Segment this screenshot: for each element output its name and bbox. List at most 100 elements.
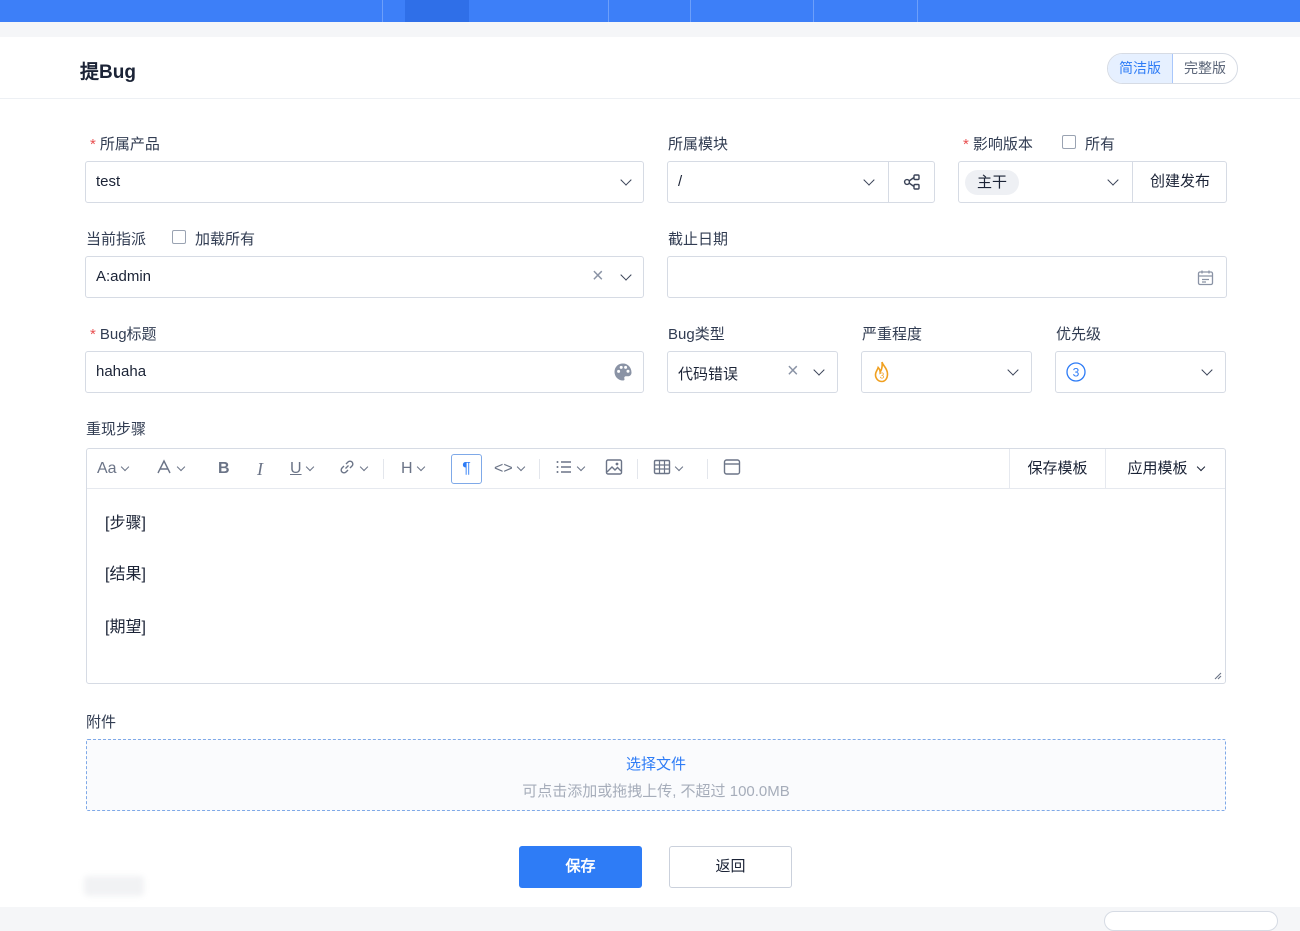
chevron-down-icon: [359, 462, 369, 472]
required-mark: *: [90, 326, 96, 343]
deadline-label: 截止日期: [668, 231, 729, 248]
assign-value: A:admin: [96, 268, 152, 285]
underline-icon[interactable]: U: [290, 458, 314, 480]
bug-title-input[interactable]: hahaha: [85, 351, 644, 393]
version-select[interactable]: 主干 创建发布: [958, 161, 1227, 203]
nav-divider: [690, 0, 691, 22]
version-all-checkbox[interactable]: [1062, 135, 1076, 149]
severity-select[interactable]: 3: [861, 351, 1032, 393]
bug-type-label: Bug类型: [668, 326, 725, 343]
clear-icon[interactable]: ×: [592, 266, 604, 286]
editor-toolbar: Aa B I U H ¶ <> 保存模板 应用模板: [87, 449, 1225, 489]
bold-icon[interactable]: B: [218, 458, 230, 480]
table-icon[interactable]: [653, 458, 684, 480]
chevron-down-icon: [305, 462, 314, 472]
bug-title-label: * Bug标题: [90, 323, 157, 344]
editor-line: [步骤]: [105, 515, 146, 532]
bug-title-value: hahaha: [96, 363, 147, 380]
module-label: 所属模块: [668, 136, 729, 153]
version-all-label: 所有: [1085, 136, 1116, 153]
chevron-down-icon: [1201, 364, 1213, 376]
editor-line: [期望]: [105, 619, 146, 636]
product-select[interactable]: test: [85, 161, 644, 203]
resize-handle-icon[interactable]: [1212, 670, 1222, 680]
version-tag: 主干: [965, 170, 1020, 195]
palette-icon[interactable]: [613, 362, 633, 382]
chevron-down-icon: [620, 174, 632, 186]
save-button[interactable]: 保存: [519, 846, 642, 888]
file-upload-area[interactable]: 选择文件 可点击添加或拖拽上传, 不超过 100.0MB: [86, 739, 1226, 811]
editor-line: [结果]: [105, 566, 146, 583]
chevron-down-icon: [863, 174, 875, 186]
chevron-down-icon: [416, 462, 425, 472]
calendar-icon: [1197, 270, 1214, 286]
chevron-down-icon: [516, 462, 525, 472]
severity-number: 3: [880, 372, 885, 381]
back-button[interactable]: 返回: [669, 846, 792, 888]
chevron-down-icon: [813, 364, 825, 376]
code-icon[interactable]: <>: [494, 458, 525, 480]
product-label-text: 所属产品: [99, 136, 160, 153]
mode-simple-button[interactable]: 简洁版: [1108, 54, 1173, 83]
module-manage-button[interactable]: [888, 162, 935, 202]
bug-type-value: 代码错误: [678, 366, 739, 383]
steps-editor[interactable]: Aa B I U H ¶ <> 保存模板 应用模板 [步骤] [结果] [期望]: [86, 448, 1226, 684]
layout-icon[interactable]: [723, 458, 741, 480]
attachment-label: 附件: [86, 714, 117, 731]
chevron-down-icon: [1107, 174, 1119, 186]
chevron-down-icon: [576, 462, 586, 472]
chevron-down-icon: [674, 462, 684, 472]
color-icon[interactable]: [155, 458, 186, 480]
link-icon[interactable]: [338, 458, 369, 480]
mode-switch: 简洁版 完整版: [1107, 53, 1238, 84]
module-value: /: [678, 173, 683, 190]
module-select[interactable]: /: [667, 161, 935, 203]
version-label-text: 影响版本: [972, 136, 1033, 153]
assign-select[interactable]: A:admin ×: [85, 256, 644, 298]
top-navigation-bar: [0, 0, 1300, 22]
steps-label: 重现步骤: [86, 421, 147, 438]
footer-placeholder: [84, 876, 144, 896]
deadline-input[interactable]: [667, 256, 1227, 298]
required-mark: *: [90, 136, 96, 153]
required-mark: *: [963, 136, 969, 153]
assign-label: 当前指派: [86, 231, 147, 248]
heading-icon[interactable]: H: [401, 458, 425, 480]
version-label: * 影响版本: [963, 133, 1033, 154]
mode-full-button[interactable]: 完整版: [1173, 54, 1237, 83]
bug-type-select[interactable]: 代码错误 ×: [667, 351, 838, 393]
toolbar-divider: [539, 459, 540, 479]
clear-icon[interactable]: ×: [787, 361, 799, 381]
upload-hint: 可点击添加或拖拽上传, 不超过 100.0MB: [522, 783, 790, 800]
chevron-down-icon: [620, 269, 632, 281]
nav-divider: [382, 0, 383, 22]
create-release-button[interactable]: 创建发布: [1132, 162, 1227, 202]
save-template-button[interactable]: 保存模板: [1009, 449, 1105, 489]
product-value: test: [96, 173, 121, 190]
nav-divider: [813, 0, 814, 22]
apply-template-label: 应用模板: [1127, 460, 1188, 477]
chevron-down-icon: [120, 462, 129, 472]
nav-item-active[interactable]: [405, 0, 469, 22]
form-header: 提Bug 简洁版 完整版: [0, 37, 1300, 99]
priority-select[interactable]: 3: [1055, 351, 1226, 393]
fire-icon: 3: [874, 361, 889, 383]
circled-number-icon: 3: [1066, 362, 1086, 382]
toolbar-divider: [707, 459, 708, 479]
image-icon[interactable]: [605, 458, 623, 480]
priority-label: 优先级: [1056, 326, 1102, 343]
bug-title-label-text: Bug标题: [99, 326, 157, 343]
pick-file-link[interactable]: 选择文件: [87, 753, 1225, 774]
nav-divider: [608, 0, 609, 22]
toolbar-divider: [383, 459, 384, 479]
list-icon[interactable]: [555, 458, 586, 480]
bottom-widget[interactable]: [1104, 911, 1278, 931]
font-icon[interactable]: Aa: [97, 458, 129, 480]
chevron-down-icon: [1007, 364, 1019, 376]
paragraph-icon[interactable]: ¶: [451, 454, 482, 484]
apply-template-button[interactable]: 应用模板: [1105, 449, 1225, 489]
load-all-label: 加载所有: [195, 231, 256, 248]
load-all-checkbox[interactable]: [172, 230, 186, 244]
toolbar-divider: [637, 459, 638, 479]
italic-icon[interactable]: I: [257, 458, 263, 480]
